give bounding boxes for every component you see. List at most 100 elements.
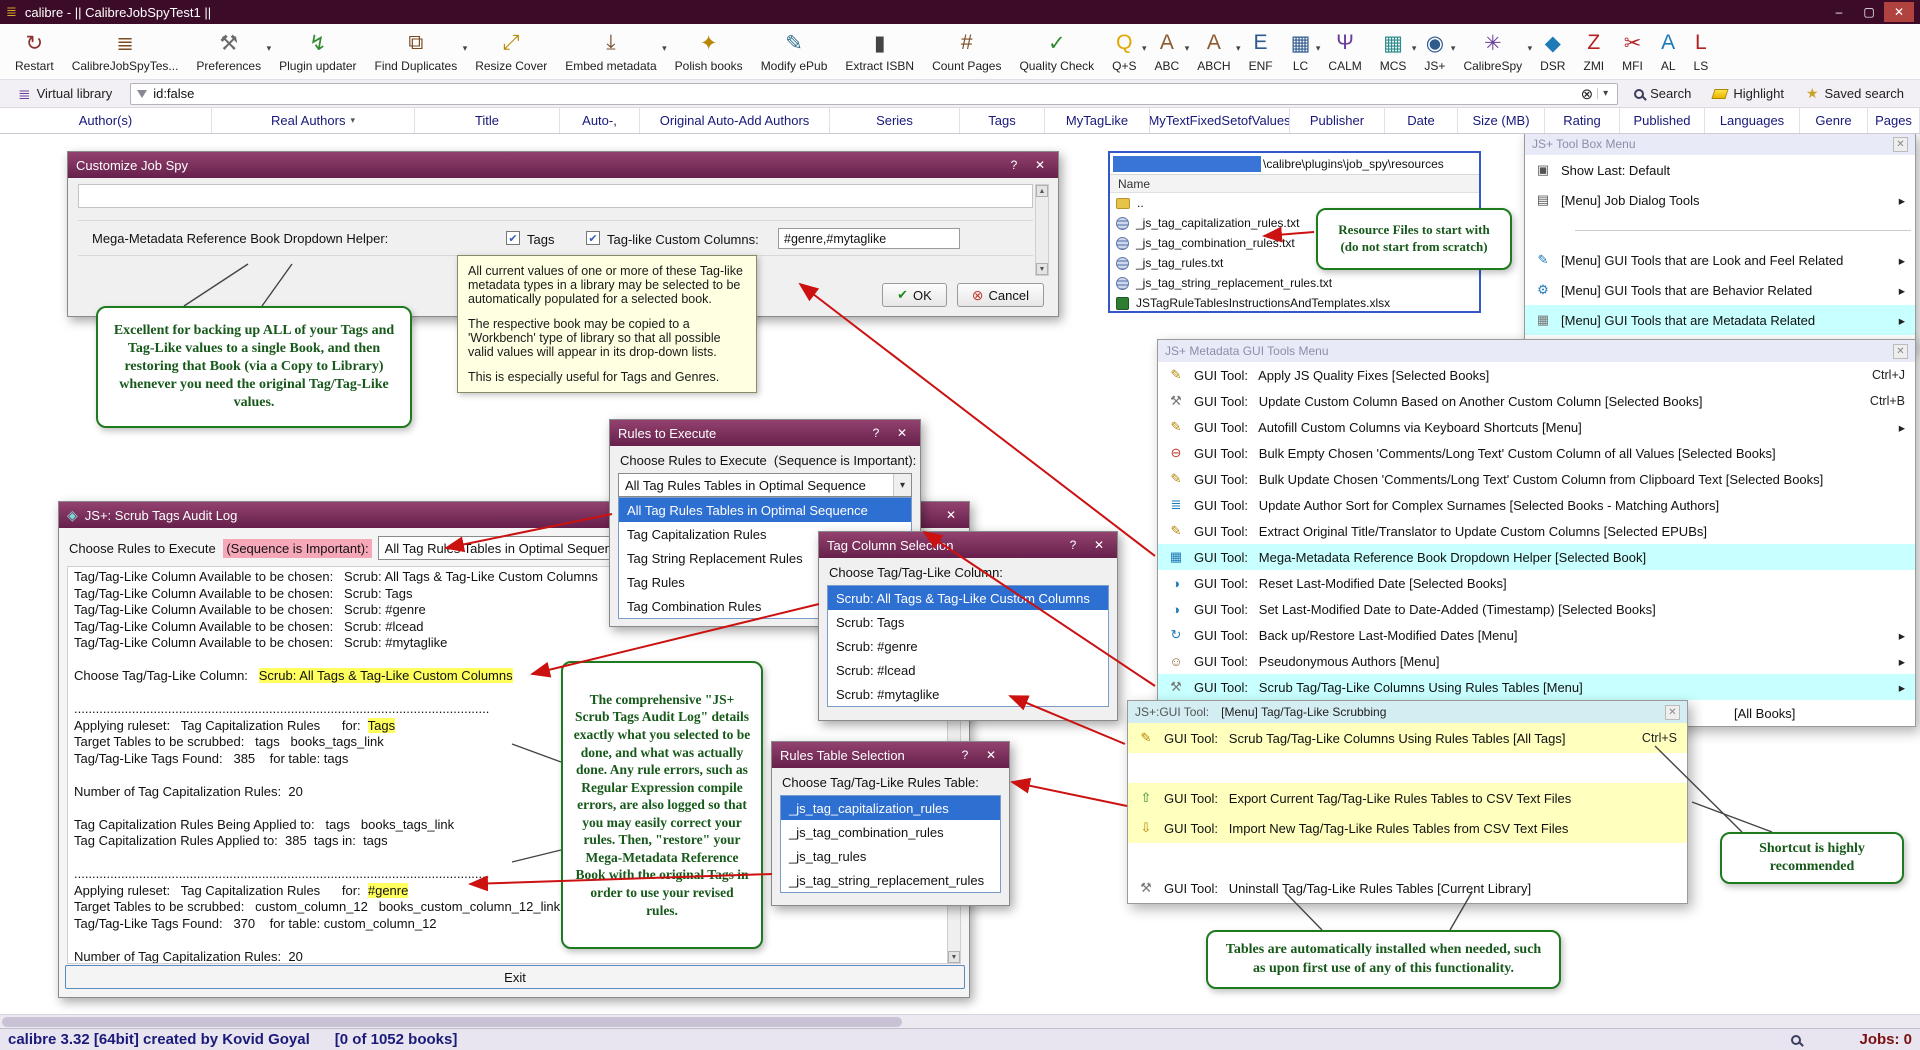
toolbar-button[interactable]: ⧉ ▾ Find Duplicates bbox=[366, 27, 468, 73]
menu-item[interactable]: ⇩ GUI Tool: Import New Tag/Tag-Like Rule… bbox=[1128, 813, 1687, 843]
menu-item[interactable]: ⚒ GUI Tool: Update Custom Column Based o… bbox=[1158, 388, 1915, 414]
toolbar-button[interactable]: ↻ Restart bbox=[6, 27, 63, 74]
column-header[interactable]: Rating bbox=[1545, 108, 1620, 133]
toolbar-button[interactable]: # Count Pages bbox=[923, 27, 1010, 73]
toolbar-button[interactable]: ✳ ▾ CalibreSpy bbox=[1454, 27, 1532, 74]
menu-title-bar[interactable]: JS+ Tool Box Menu ✕ bbox=[1525, 134, 1915, 155]
dialog-titlebar[interactable]: Rules to Execute ? ✕ bbox=[610, 420, 920, 446]
menu-item[interactable] bbox=[1525, 215, 1915, 245]
menu-item[interactable]: ✎ GUI Tool: Scrub Tag/Tag-Like Columns U… bbox=[1128, 723, 1687, 753]
close-button[interactable]: ✕ bbox=[892, 424, 912, 442]
tags-checkbox[interactable] bbox=[506, 231, 520, 245]
horizontal-scrollbar[interactable] bbox=[0, 1014, 1920, 1028]
toolbar-button[interactable]: ◉ ▾ JS+ bbox=[1415, 27, 1455, 74]
toolbar-button[interactable]: Q ▾ Q+S bbox=[1103, 27, 1146, 73]
column-header[interactable]: Pages bbox=[1868, 108, 1920, 133]
scrollbar-thumb[interactable] bbox=[2, 1017, 902, 1027]
menu-item[interactable]: ▦ [Menu] GUI Tools that are Metadata Rel… bbox=[1525, 305, 1915, 335]
column-header[interactable]: Tags bbox=[960, 108, 1045, 133]
ok-button[interactable]: ✔ OK bbox=[882, 283, 947, 307]
close-menu-icon[interactable]: ✕ bbox=[1893, 343, 1908, 359]
cancel-button[interactable]: ⊗ Cancel bbox=[956, 283, 1044, 307]
list-option[interactable]: _js_tag_string_replacement_rules bbox=[781, 868, 1000, 892]
column-header[interactable]: Date bbox=[1385, 108, 1458, 133]
maximize-button[interactable]: ▢ bbox=[1854, 2, 1884, 22]
menu-title-bar[interactable]: JS+:GUI Tool: [Menu] Tag/Tag-Like Scrubb… bbox=[1128, 701, 1687, 723]
virtual-library-button[interactable]: ≣ Virtual library bbox=[10, 83, 120, 105]
close-button[interactable]: ✕ bbox=[1089, 536, 1109, 554]
menu-item[interactable]: ⇧ GUI Tool: Export Current Tag/Tag-Like … bbox=[1128, 783, 1687, 813]
column-header[interactable]: Original Auto-Add Authors bbox=[640, 108, 830, 133]
toolbar-button[interactable]: A ▾ ABCH bbox=[1188, 27, 1240, 73]
file-row[interactable]: _js_tag_string_replacement_rules.txt bbox=[1110, 273, 1479, 293]
column-header[interactable]: Series bbox=[830, 108, 960, 133]
close-button[interactable]: ✕ bbox=[1030, 156, 1050, 174]
dialog-titlebar[interactable]: Tag Column Selection ? ✕ bbox=[819, 532, 1117, 558]
column-header[interactable]: Auto-, bbox=[560, 108, 640, 133]
column-header[interactable]: Published bbox=[1620, 108, 1705, 133]
menu-item[interactable]: ≣ GUI Tool: Update Author Sort for Compl… bbox=[1158, 492, 1915, 518]
menu-item[interactable] bbox=[1128, 843, 1687, 873]
search-history-dropdown-icon[interactable]: ▾ bbox=[1597, 88, 1613, 99]
list-option[interactable]: _js_tag_capitalization_rules bbox=[781, 796, 1000, 820]
search-box[interactable]: ⊗ ▾ bbox=[130, 82, 1619, 105]
menu-item[interactable]: ✎ [Menu] GUI Tools that are Look and Fee… bbox=[1525, 245, 1915, 275]
menu-item[interactable]: ⊖ GUI Tool: Bulk Empty Chosen 'Comments/… bbox=[1158, 440, 1915, 466]
close-menu-icon[interactable]: ✕ bbox=[1893, 136, 1908, 152]
zoom-icon[interactable] bbox=[1791, 1034, 1802, 1045]
minimize-button[interactable]: – bbox=[1824, 2, 1854, 22]
dialog-titlebar[interactable]: Rules Table Selection ? ✕ bbox=[772, 742, 1009, 768]
path-bar[interactable]: \calibre\plugins\job_spy\resources bbox=[1110, 153, 1479, 175]
scroll-up-icon[interactable]: ▲ bbox=[1036, 185, 1048, 197]
menu-item[interactable]: ⚒ GUI Tool: Scrub Tag/Tag-Like Columns U… bbox=[1158, 674, 1915, 700]
menu-item[interactable]: ✎ GUI Tool: Bulk Update Chosen 'Comments… bbox=[1158, 466, 1915, 492]
list-option[interactable]: Scrub: #mytaglike bbox=[828, 682, 1108, 706]
column-header[interactable]: Languages bbox=[1705, 108, 1800, 133]
column-header[interactable]: Genre bbox=[1800, 108, 1868, 133]
toolbar-button[interactable]: L LS bbox=[1685, 27, 1718, 73]
list-option[interactable]: Scrub: All Tags & Tag-Like Custom Column… bbox=[828, 586, 1108, 610]
search-input[interactable] bbox=[153, 86, 1577, 101]
column-header[interactable]: Title bbox=[415, 108, 560, 133]
toolbar-button[interactable]: ≣ CalibreJobSpyTes... bbox=[63, 27, 188, 74]
combo-arrow-icon[interactable]: ▾ bbox=[893, 474, 911, 496]
toolbar-button[interactable]: ⚒ ▾ Preferences bbox=[187, 27, 271, 74]
list-option[interactable]: Scrub: #genre bbox=[828, 634, 1108, 658]
menu-item[interactable]: ▣ Show Last: Default bbox=[1525, 155, 1915, 185]
list-option[interactable]: All Tag Rules Tables in Optimal Sequence bbox=[619, 498, 911, 522]
column-header[interactable]: Publisher bbox=[1290, 108, 1385, 133]
saved-search-button[interactable]: ★ Saved search bbox=[1800, 83, 1910, 104]
toolbar-button[interactable]: ✓ Quality Check bbox=[1010, 27, 1103, 74]
toolbar-button[interactable]: ▦ ▾ MCS bbox=[1371, 27, 1417, 74]
toolbar-button[interactable]: A ▾ ABC bbox=[1146, 27, 1190, 73]
name-column-header[interactable]: Name bbox=[1110, 175, 1479, 193]
column-header[interactable]: Author(s) bbox=[0, 108, 212, 133]
window-titlebar[interactable]: ≣ calibre - || CalibreJobSpyTest1 || – ▢… bbox=[0, 0, 1920, 24]
list-option[interactable]: Scrub: Tags bbox=[828, 610, 1108, 634]
menu-item[interactable]: ✎ GUI Tool: Extract Original Title/Trans… bbox=[1158, 518, 1915, 544]
close-menu-icon[interactable]: ✕ bbox=[1665, 704, 1680, 720]
menu-item[interactable]: ◑ GUI Tool: Reset Last-Modified Date [Se… bbox=[1158, 570, 1915, 596]
dialog-scrollbar[interactable]: ▲ ▼ bbox=[1035, 184, 1049, 276]
jobs-indicator[interactable]: Jobs: 0 bbox=[1859, 1031, 1912, 1048]
help-button[interactable]: ? bbox=[955, 746, 975, 764]
list-option[interactable]: Scrub: #lcead bbox=[828, 658, 1108, 682]
menu-item[interactable]: ✎ GUI Tool: Autofill Custom Columns via … bbox=[1158, 414, 1915, 440]
help-button[interactable]: ? bbox=[1063, 536, 1083, 554]
close-button[interactable]: ✕ bbox=[981, 746, 1001, 764]
toolbar-button[interactable]: Ψ CALM bbox=[1319, 27, 1370, 73]
list-option[interactable]: _js_tag_rules bbox=[781, 844, 1000, 868]
toolbar-button[interactable]: ⤓ ▾ Embed metadata bbox=[556, 27, 666, 73]
rules-combo[interactable]: All Tag Rules Tables in Optimal Sequence… bbox=[618, 473, 912, 497]
column-header[interactable]: Size (MB) bbox=[1458, 108, 1545, 133]
close-window-button[interactable]: ✕ bbox=[1884, 2, 1914, 22]
menu-item[interactable]: ☺ GUI Tool: Pseudonymous Authors [Menu] … bbox=[1158, 648, 1915, 674]
toolbar-button[interactable]: A AL bbox=[1652, 27, 1685, 73]
dialog-titlebar[interactable]: Customize Job Spy ? ✕ bbox=[68, 152, 1058, 178]
toolbar-button[interactable]: ▦ ▾ LC bbox=[1282, 27, 1321, 74]
taglike-columns-checkbox[interactable] bbox=[586, 231, 600, 245]
scroll-down-icon[interactable]: ▼ bbox=[1036, 263, 1048, 275]
toolbar-button[interactable]: Z ZMI bbox=[1574, 27, 1613, 73]
menu-item[interactable]: ◑ GUI Tool: Set Last-Modified Date to Da… bbox=[1158, 596, 1915, 622]
menu-item[interactable]: ▤ [Menu] Job Dialog Tools ▸ bbox=[1525, 185, 1915, 215]
